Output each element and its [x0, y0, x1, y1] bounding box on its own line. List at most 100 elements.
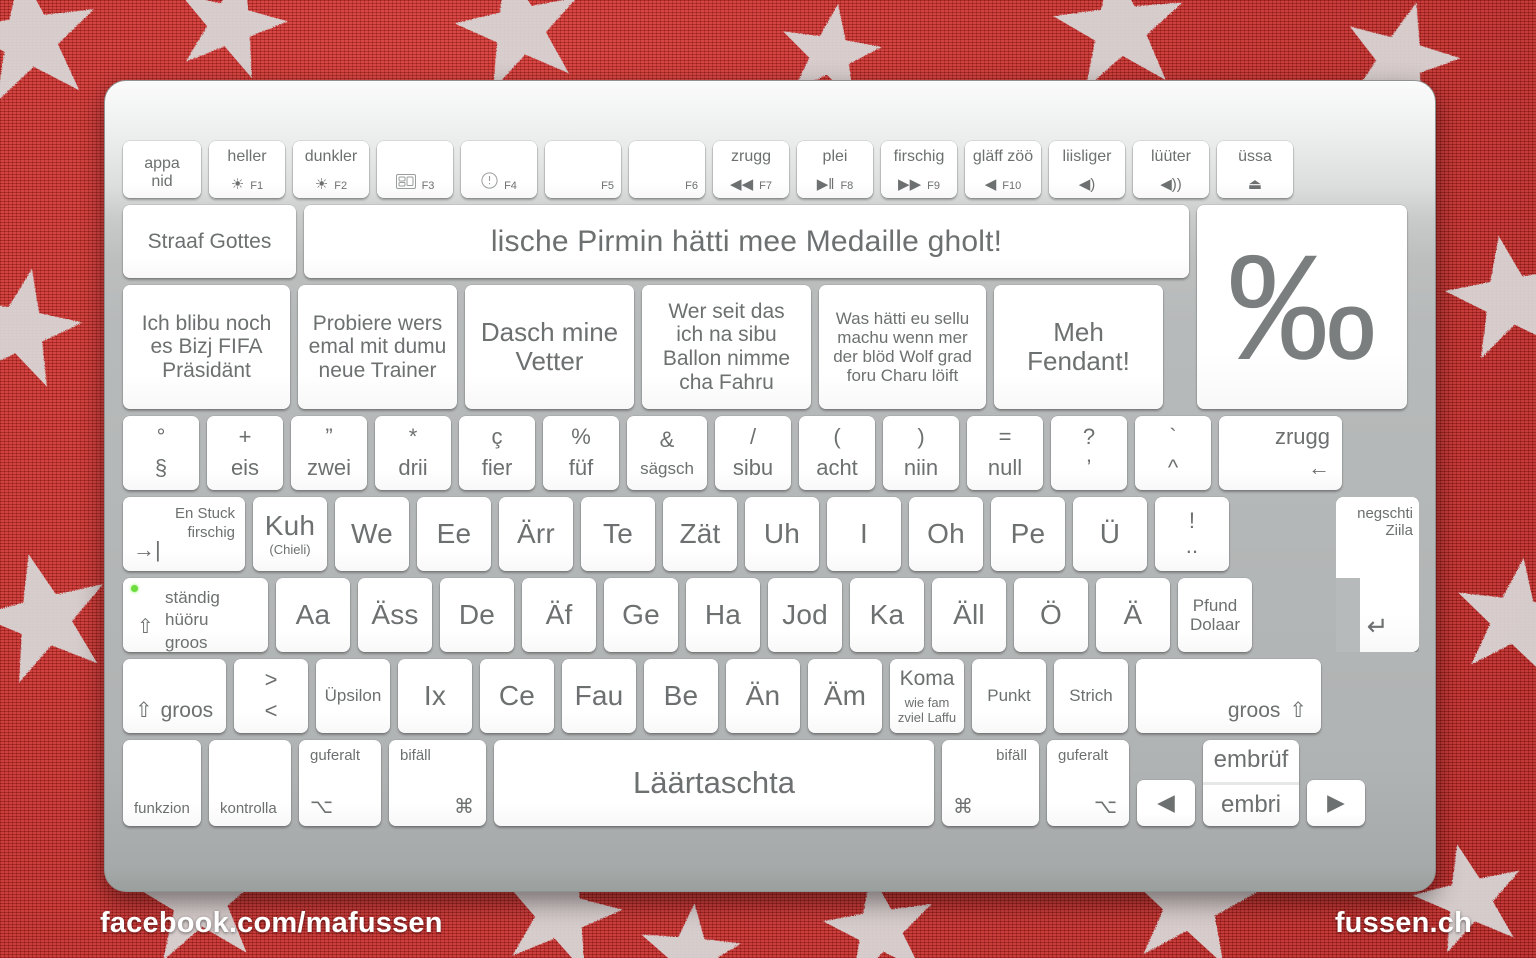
- letter-key-Ka[interactable]: Ka: [850, 578, 924, 652]
- letter-key-Te[interactable]: Te: [581, 497, 655, 571]
- joke-key-4[interactable]: Wer seit das ich na sibu Ballon nimme ch…: [642, 285, 811, 409]
- num-key-11[interactable]: = null: [967, 416, 1043, 490]
- key-alt-left[interactable]: guferalt ⌥: [299, 740, 381, 826]
- key-label: Ä: [1123, 599, 1143, 631]
- letter-key-Uh[interactable]: Uh: [745, 497, 819, 571]
- letter-key-Ö[interactable]: Ö: [1014, 578, 1088, 652]
- capslock-led[interactable]: [131, 585, 138, 592]
- key-upper-label: =: [998, 424, 1012, 450]
- fkey-3[interactable]: dunkler ☀ F2: [293, 141, 369, 198]
- num-key-7[interactable]: & sägsch: [627, 416, 707, 490]
- letter-key-Pfund-Dolaar[interactable]: Pfund Dolaar: [1178, 578, 1252, 652]
- letter-key-Ee[interactable]: Ee: [417, 497, 491, 571]
- key-lower-label: sibu: [732, 455, 774, 480]
- bottom-key-Ce[interactable]: Ce: [480, 659, 554, 733]
- joke-key-3[interactable]: Dasch mine Vetter: [465, 285, 634, 409]
- key-fn[interactable]: funkzion: [123, 740, 201, 826]
- num-key-6[interactable]: % füf: [543, 416, 619, 490]
- num-key-10[interactable]: ) niin: [883, 416, 959, 490]
- key-shift-left[interactable]: ⇧ groos: [123, 659, 226, 733]
- key-label: Ge: [622, 599, 660, 631]
- key-wide-joke[interactable]: lische Pirmin hätti mee Medaille gholt!: [304, 205, 1189, 278]
- fkey-6[interactable]: F5: [545, 141, 621, 198]
- bottom-key-Be[interactable]: Be: [644, 659, 718, 733]
- bottom-key-Ix[interactable]: Ix: [398, 659, 472, 733]
- key-arrow-left[interactable]: ◀: [1137, 780, 1195, 826]
- key-label: Ka: [869, 599, 905, 631]
- joke-key-6[interactable]: Meh Fendant!: [994, 285, 1163, 409]
- num-key-13[interactable]: ` ^: [1135, 416, 1211, 490]
- fkey-7[interactable]: F6: [629, 141, 705, 198]
- num-key-4[interactable]: * drii: [375, 416, 451, 490]
- capslock-arrow-icon: ⇧: [137, 615, 154, 638]
- key-space[interactable]: Läärtaschta: [494, 740, 934, 826]
- key-label: Pe: [1010, 518, 1046, 550]
- joke-key-2[interactable]: Probiere wers emal mit dumu neue Trainer: [298, 285, 457, 409]
- letter-key-Ha[interactable]: Ha: [686, 578, 760, 652]
- fkey-bottom: F5: [545, 180, 621, 192]
- key-control[interactable]: kontrolla: [209, 740, 291, 826]
- key-tab[interactable]: En Stuck firschig →|: [123, 497, 245, 571]
- key-label: Jod: [782, 599, 828, 631]
- key-alt-right[interactable]: guferalt ⌥: [1047, 740, 1129, 826]
- key-arrow-right[interactable]: ▶: [1307, 780, 1365, 826]
- num-key-3[interactable]: ” zwei: [291, 416, 367, 490]
- fkey-14[interactable]: üssa ⏏: [1217, 141, 1293, 198]
- fkey-2[interactable]: heller ☀ F1: [209, 141, 285, 198]
- letter-key-Aa[interactable]: Aa: [276, 578, 350, 652]
- bottom-key-Äm[interactable]: Äm: [808, 659, 882, 733]
- key-command-left[interactable]: bifäll ⌘: [389, 740, 486, 826]
- letter-key-Äf[interactable]: Äf: [522, 578, 596, 652]
- fkey-1[interactable]: appa nid: [123, 141, 201, 198]
- key-lower-label: zwei: [306, 455, 351, 480]
- key-arrow-updown[interactable]: embrüf embri: [1203, 740, 1299, 826]
- letter-key-Ge[interactable]: Ge: [604, 578, 678, 652]
- letter-key-Äll[interactable]: Äll: [932, 578, 1006, 652]
- num-key-8[interactable]: / sibu: [715, 416, 791, 490]
- key-capslock[interactable]: ständig hüöru groos ⇧: [123, 578, 268, 652]
- bottom-key->[interactable]: > <: [234, 659, 308, 733]
- fkey-8[interactable]: zrugg ◀◀ F7: [713, 141, 789, 198]
- bottom-key-Üpsilon[interactable]: Üpsilon: [316, 659, 390, 733]
- bottom-key-Punkt[interactable]: Punkt: [972, 659, 1046, 733]
- letter-key-Ä[interactable]: Ä: [1096, 578, 1170, 652]
- key-upper-label: &: [659, 427, 675, 453]
- letter-key-De[interactable]: De: [440, 578, 514, 652]
- letter-key-I[interactable]: I: [827, 497, 901, 571]
- letter-key-Oh[interactable]: Oh: [909, 497, 983, 571]
- fkey-13[interactable]: lüüter ◀)): [1133, 141, 1209, 198]
- letter-key-!-..[interactable]: ! ..: [1155, 497, 1229, 571]
- letter-key-Ärr[interactable]: Ärr: [499, 497, 573, 571]
- bottom-key-Fau[interactable]: Fau: [562, 659, 636, 733]
- fkey-5[interactable]: F4: [461, 141, 537, 198]
- letter-key-Ü[interactable]: Ü: [1073, 497, 1147, 571]
- num-key-1[interactable]: ° §: [123, 416, 199, 490]
- fkey-4[interactable]: F3: [377, 141, 453, 198]
- letter-key-Pe[interactable]: Pe: [991, 497, 1065, 571]
- num-key-9[interactable]: (acht: [799, 416, 875, 490]
- key-label: Zät: [679, 518, 721, 550]
- num-key-5[interactable]: ç fier: [459, 416, 535, 490]
- key-straaf-gottes[interactable]: Straaf Gottes: [123, 205, 296, 278]
- letter-key-Jod[interactable]: Jod: [768, 578, 842, 652]
- key-command-right[interactable]: bifäll ⌘: [942, 740, 1039, 826]
- bottom-key-Koma[interactable]: Koma wie fam zviel Laffu: [890, 659, 964, 733]
- letter-key-Äss[interactable]: Äss: [358, 578, 432, 652]
- letter-key-Kuh[interactable]: Kuh (Chieli): [253, 497, 327, 571]
- fkey-12[interactable]: liisliger ◀): [1049, 141, 1125, 198]
- bottom-key-Än[interactable]: Än: [726, 659, 800, 733]
- footer-facebook-link[interactable]: facebook.com/mafussen: [100, 907, 443, 940]
- fkey-10[interactable]: firschig ▶▶ F9: [881, 141, 957, 198]
- key-shift-right[interactable]: groos ⇧: [1136, 659, 1321, 733]
- joke-key-5[interactable]: Was hätti eu sellu machu wenn mer der bl…: [819, 285, 986, 409]
- footer-website-link[interactable]: fussen.ch: [1335, 907, 1472, 940]
- letter-key-We[interactable]: We: [335, 497, 409, 571]
- letter-key-Zät[interactable]: Zät: [663, 497, 737, 571]
- joke-key-1[interactable]: Ich blibu noch es Bizj FIFA Präsidänt: [123, 285, 290, 409]
- key-backspace[interactable]: zrugg ←: [1219, 416, 1342, 490]
- fkey-9[interactable]: plei ▶‖ F8: [797, 141, 873, 198]
- num-key-2[interactable]: + eis: [207, 416, 283, 490]
- fkey-11[interactable]: gläff zöö ◀ F10: [965, 141, 1041, 198]
- num-key-12[interactable]: ?’: [1051, 416, 1127, 490]
- bottom-key-Strich[interactable]: Strich: [1054, 659, 1128, 733]
